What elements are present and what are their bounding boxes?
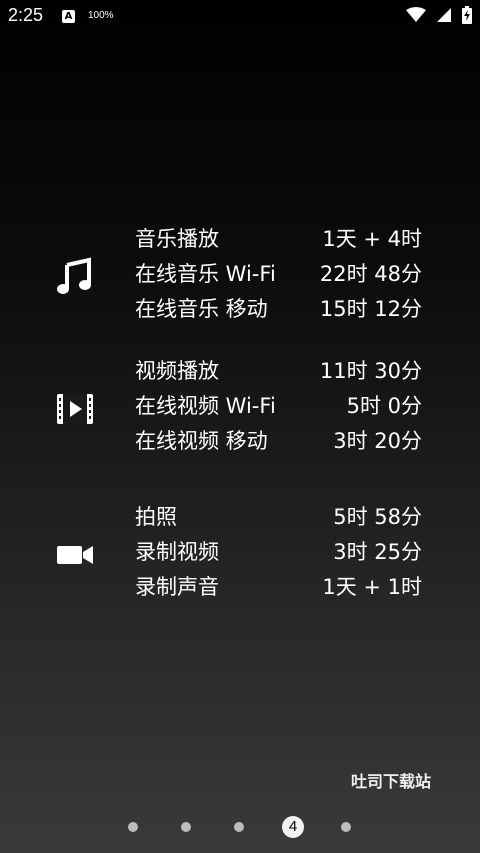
battery-percent: 100% bbox=[88, 10, 114, 21]
music-note-icon bbox=[55, 257, 95, 297]
usage-label: 视频播放 bbox=[135, 359, 219, 383]
page-dot-5[interactable] bbox=[341, 822, 351, 832]
usage-label: 在线视频 Wi-Fi bbox=[135, 394, 276, 418]
usage-value: 5时 58分 bbox=[333, 505, 422, 529]
usage-value: 3时 25分 bbox=[333, 540, 422, 564]
usage-row: 在线视频 Wi-Fi 5时 0分 bbox=[135, 389, 422, 423]
usage-label: 录制声音 bbox=[135, 575, 219, 599]
usage-value: 22时 48分 bbox=[319, 262, 422, 286]
usage-row: 音乐播放 1天 + 4时 bbox=[135, 222, 422, 256]
camera-usage-group: 拍照 5时 58分 录制视频 3时 25分 录制声音 1天 + 1时 bbox=[0, 500, 480, 610]
usage-row: 录制视频 3时 25分 bbox=[135, 535, 422, 569]
video-camera-icon bbox=[55, 535, 95, 575]
cellular-signal-icon bbox=[437, 8, 451, 22]
usage-value: 11时 30分 bbox=[319, 359, 422, 383]
page-indicator: 4 bbox=[0, 814, 480, 840]
usage-label: 在线音乐 移动 bbox=[135, 297, 268, 321]
usage-value: 5时 0分 bbox=[346, 394, 422, 418]
usage-label: 在线音乐 Wi-Fi bbox=[135, 262, 276, 286]
notification-a-icon: A bbox=[62, 10, 75, 23]
usage-value: 15时 12分 bbox=[319, 297, 422, 321]
usage-row: 在线音乐 Wi-Fi 22时 48分 bbox=[135, 257, 422, 291]
video-file-icon bbox=[55, 389, 95, 429]
wifi-icon bbox=[406, 7, 426, 22]
usage-row: 在线音乐 移动 15时 12分 bbox=[135, 292, 422, 326]
page-dot-2[interactable] bbox=[181, 822, 191, 832]
battery-charging-icon bbox=[462, 6, 472, 24]
watermark-text: 吐司下载站 bbox=[350, 772, 431, 791]
page-dot-current[interactable]: 4 bbox=[282, 816, 304, 838]
status-bar: 2:25 A 100% bbox=[0, 0, 480, 34]
usage-row: 视频播放 11时 30分 bbox=[135, 354, 422, 388]
status-time: 2:25 bbox=[8, 5, 44, 25]
music-usage-group: 音乐播放 1天 + 4时 在线音乐 Wi-Fi 22时 48分 在线音乐 移动 … bbox=[0, 222, 480, 332]
usage-value: 1天 + 4时 bbox=[322, 227, 422, 251]
usage-label: 拍照 bbox=[135, 505, 177, 529]
status-icons bbox=[406, 6, 472, 24]
usage-value: 1天 + 1时 bbox=[322, 575, 422, 599]
usage-row: 录制声音 1天 + 1时 bbox=[135, 570, 422, 604]
video-usage-group: 视频播放 11时 30分 在线视频 Wi-Fi 5时 0分 在线视频 移动 3时… bbox=[0, 354, 480, 464]
usage-label: 录制视频 bbox=[135, 540, 219, 564]
usage-label: 音乐播放 bbox=[135, 227, 219, 251]
page-dot-1[interactable] bbox=[128, 822, 138, 832]
usage-label: 在线视频 移动 bbox=[135, 429, 268, 453]
usage-row: 拍照 5时 58分 bbox=[135, 500, 422, 534]
usage-row: 在线视频 移动 3时 20分 bbox=[135, 424, 422, 458]
page-dot-3[interactable] bbox=[234, 822, 244, 832]
usage-value: 3时 20分 bbox=[333, 429, 422, 453]
